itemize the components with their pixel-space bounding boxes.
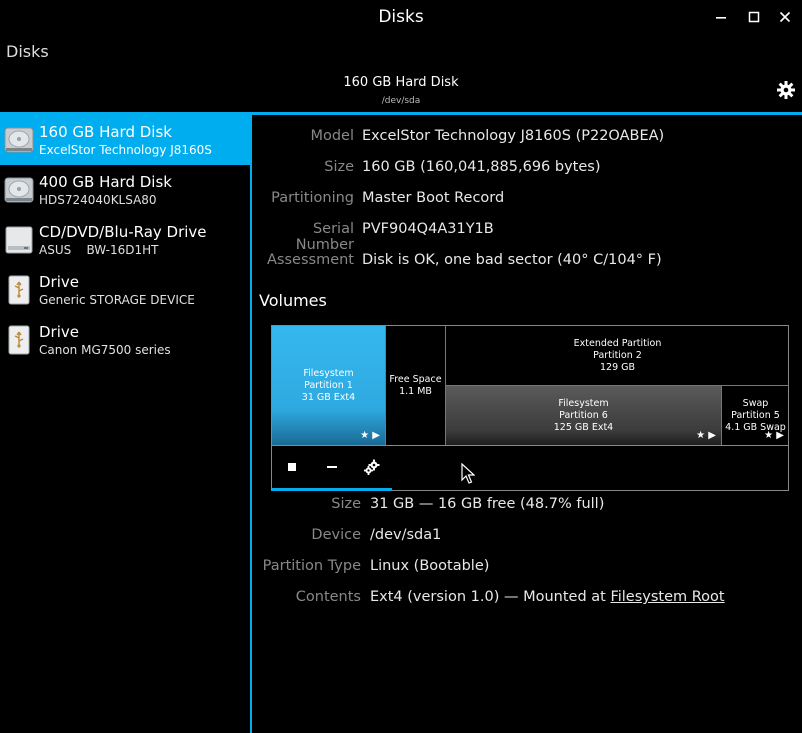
prop-label: Model	[310, 128, 354, 144]
prop-label: Partitioning	[271, 190, 354, 206]
minimize-icon	[716, 17, 726, 19]
mount-play-icon: ★ ▶	[696, 430, 716, 441]
selected-disk-path: /dev/sda	[381, 96, 421, 106]
sidebar-item-usb-drive-canon[interactable]: Drive Canon MG7500 series	[0, 315, 250, 365]
volume-map: Filesystem Partition 1 31 GB Ext4 ★ ▶ Fr…	[271, 325, 789, 491]
prop-value: ExcelStor Technology J8160S (P22OABEA)	[362, 128, 665, 144]
sidebar-item-usb-drive-generic[interactable]: Drive Generic STORAGE DEVICE	[0, 265, 250, 315]
vol-prop-size: Size 31 GB — 16 GB free (48.7% full)	[254, 496, 802, 518]
prop-label: Contents	[295, 589, 361, 605]
prop-value: 31 GB — 16 GB free (48.7% full)	[370, 496, 605, 512]
prop-model: Model ExcelStor Technology J8160S (P22OA…	[254, 128, 802, 150]
volume-partition-label: Partition 1	[304, 379, 353, 391]
maximize-icon	[748, 11, 760, 23]
maximize-button[interactable]	[742, 6, 766, 28]
disk-name: 160 GB Hard Disk	[39, 122, 172, 141]
volume-partition-6[interactable]: Filesystem Partition 6 125 GB Ext4 ★ ▶	[445, 385, 721, 445]
prop-label: Assessment	[267, 252, 354, 268]
prop-assessment: Assessment Disk is OK, one bad sector (4…	[254, 252, 802, 274]
volume-partition-label: Partition 5	[731, 409, 780, 421]
disk-settings-gear-icon[interactable]	[776, 80, 796, 100]
filesystem-root-link[interactable]: Filesystem Root	[610, 589, 724, 605]
prop-value: Ext4 (version 1.0) — Mounted at Filesyst…	[370, 589, 725, 605]
vol-prop-partition-type: Partition Type Linux (Bootable)	[254, 558, 802, 580]
partition-settings-button[interactable]	[360, 456, 384, 478]
volume-type: Swap	[742, 397, 769, 409]
prop-partitioning: Partitioning Master Boot Record	[254, 190, 802, 212]
close-button[interactable]	[773, 6, 797, 28]
stop-icon	[288, 463, 296, 471]
minus-icon	[327, 466, 337, 468]
volume-size: 129 GB	[599, 361, 636, 373]
prop-value: Disk is OK, one bad sector (40° C/104° F…	[362, 252, 662, 268]
prop-value: /dev/sda1	[370, 527, 442, 543]
volume-partition-1[interactable]: Filesystem Partition 1 31 GB Ext4 ★ ▶	[272, 326, 385, 445]
mouse-pointer-icon	[461, 463, 475, 484]
disk-name: Drive	[39, 272, 79, 291]
volume-size: 125 GB Ext4	[553, 421, 614, 433]
hard-disk-icon	[4, 177, 34, 203]
prop-value: 160 GB (160,041,885,696 bytes)	[362, 159, 601, 175]
contents-text: Ext4 (version 1.0) — Mounted at	[370, 589, 611, 605]
volume-toolbar-accent	[272, 488, 392, 491]
volume-type: Extended Partition	[573, 337, 662, 349]
volume-type: Filesystem	[558, 397, 609, 409]
vol-prop-device: Device /dev/sda1	[254, 527, 802, 549]
volume-extended-partition[interactable]: Extended Partition Partition 2 129 GB	[445, 326, 789, 385]
volume-type: Filesystem	[303, 367, 354, 379]
volume-partition-label: Partition 2	[593, 349, 642, 361]
disk-model: ASUS BW-16D1HT	[39, 242, 159, 257]
volume-type: Free Space	[389, 373, 442, 385]
disk-list-sidebar: 160 GB Hard Disk ExcelStor Technology J8…	[0, 115, 252, 733]
optical-drive-icon	[5, 226, 33, 254]
selected-disk-title: 160 GB Hard Disk	[343, 75, 459, 90]
prop-value: Linux (Bootable)	[370, 558, 490, 574]
prop-serial-number: Serial Number PVF904Q4A31Y1B	[254, 221, 802, 253]
window-title: Disks	[378, 7, 424, 27]
unmount-button[interactable]	[280, 456, 304, 478]
prop-label: Size	[331, 496, 361, 512]
volume-size: 31 GB Ext4	[301, 391, 356, 403]
volume-size: 1.1 MB	[399, 385, 432, 397]
close-icon	[779, 11, 791, 23]
usb-drive-icon	[8, 275, 30, 305]
volume-toolbar	[272, 445, 788, 491]
sidebar-item-400gb-hard-disk[interactable]: 400 GB Hard Disk HDS724040KLSA80	[0, 165, 250, 215]
sidebar-item-optical-drive[interactable]: CD/DVD/Blu-Ray Drive ASUS BW-16D1HT	[0, 215, 250, 265]
volume-partition-5[interactable]: Swap Partition 5 4.1 GB Swap ★ ▶	[721, 385, 789, 445]
gears-icon	[364, 459, 380, 475]
disk-name: 400 GB Hard Disk	[39, 172, 172, 191]
disk-model: HDS724040KLSA80	[39, 192, 157, 207]
prop-value: PVF904Q4A31Y1B	[362, 221, 494, 237]
disk-details-panel: Model ExcelStor Technology J8160S (P22OA…	[254, 115, 802, 733]
disk-name: CD/DVD/Blu-Ray Drive	[39, 222, 207, 241]
delete-partition-button[interactable]	[320, 456, 344, 478]
app-label: Disks	[6, 42, 49, 61]
disk-model: Canon MG7500 series	[39, 342, 171, 357]
prop-value: Master Boot Record	[362, 190, 505, 206]
disk-model: Generic STORAGE DEVICE	[39, 292, 195, 307]
prop-label: Device	[311, 527, 361, 543]
prop-size: Size 160 GB (160,041,885,696 bytes)	[254, 159, 802, 181]
prop-label: Serial Number	[295, 221, 354, 253]
prop-label: Partition Type	[262, 558, 361, 574]
header-bar: Disks Disks 160 GB Hard Disk /dev/sda	[0, 0, 802, 115]
volumes-heading: Volumes	[259, 291, 327, 310]
mount-play-icon: ★ ▶	[764, 430, 784, 441]
usb-drive-icon	[8, 325, 30, 355]
mount-play-icon: ★ ▶	[360, 430, 380, 441]
hard-disk-icon	[4, 127, 34, 153]
prop-label: Size	[324, 159, 354, 175]
disk-name: Drive	[39, 322, 79, 341]
volume-partition-label: Partition 6	[559, 409, 608, 421]
vol-prop-contents: Contents Ext4 (version 1.0) — Mounted at…	[254, 589, 802, 611]
volume-free-space[interactable]: Free Space 1.1 MB	[385, 326, 445, 445]
disk-model: ExcelStor Technology J8160S	[39, 142, 212, 157]
minimize-button[interactable]	[709, 6, 733, 28]
sidebar-item-160gb-hard-disk[interactable]: 160 GB Hard Disk ExcelStor Technology J8…	[0, 115, 250, 165]
